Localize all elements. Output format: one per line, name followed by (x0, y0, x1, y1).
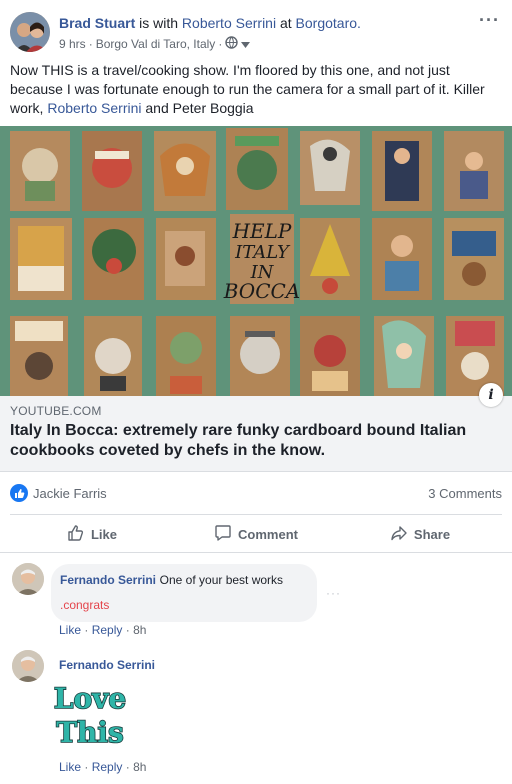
divider (10, 514, 502, 515)
media-text: HELP (232, 219, 292, 243)
share-button[interactable]: Share (338, 518, 502, 550)
link-title[interactable]: Italy In Bocca: extremely rare funky car… (10, 421, 490, 461)
comment-label: Comment (238, 526, 298, 542)
post-meta: 9 hrs · Borgo Val di Taro, Italy · (59, 36, 251, 52)
comment-time[interactable]: 8h (133, 623, 146, 637)
media-text: BOCCA (223, 279, 301, 303)
post-text: Now THIS is a travel/cooking show. I'm f… (10, 61, 504, 118)
post-header: Brad Stuart is with Roberto Serrini at B… (10, 10, 502, 54)
commenter-avatar[interactable] (12, 563, 44, 595)
post-text-link[interactable]: Roberto Serrini (47, 100, 141, 116)
link-preview[interactable]: YOUTUBE.COM Italy In Bocca: extremely ra… (0, 396, 512, 472)
comment-meta: Like · Reply · 8h (59, 760, 146, 774)
share-icon (390, 524, 408, 545)
post-text-part2: and Peter Boggia (141, 100, 254, 116)
cookbook-cover-image (10, 316, 504, 396)
cookbook-cover-image (10, 128, 504, 211)
comment-text-2: .congrats (60, 598, 110, 612)
like-button[interactable]: Like (10, 518, 174, 550)
header-title: Brad Stuart is with Roberto Serrini at B… (59, 15, 361, 31)
link-domain: YOUTUBE.COM (10, 404, 102, 418)
at-text: at (276, 15, 296, 31)
author-name[interactable]: Brad Stuart (59, 15, 135, 31)
comment-bubble: Fernando Serrini One of your best works … (51, 564, 317, 622)
comment-reply-link[interactable]: Reply (92, 623, 123, 637)
reactions-bar: Jackie Farris 3 Comments (10, 484, 502, 504)
post-time[interactable]: 9 hrs (59, 37, 86, 51)
comment-options-icon[interactable]: ··· (326, 586, 341, 600)
meta-separator: · (125, 760, 130, 774)
comment-reply-link[interactable]: Reply (92, 760, 123, 774)
link-preview-image[interactable]: HELP ITALY IN BOCCA (0, 126, 512, 396)
comment-text: One of your best works (159, 573, 284, 587)
chevron-down-icon[interactable] (241, 37, 251, 51)
sticker-text: Love (54, 682, 126, 715)
comments-count[interactable]: 3 Comments (428, 486, 502, 501)
comment-meta: Like · Reply · 8h (59, 623, 146, 637)
post-location[interactable]: Borgo Val di Taro, Italy (96, 37, 216, 51)
comment-time[interactable]: 8h (133, 760, 146, 774)
comment-author[interactable]: Fernando Serrini (59, 658, 155, 672)
share-label: Share (413, 526, 451, 542)
tagged-user[interactable]: Roberto Serrini (182, 15, 276, 31)
comment-like-link[interactable]: Like (59, 760, 81, 774)
like-label: Like (90, 526, 117, 542)
comment-button[interactable]: Comment (174, 518, 338, 550)
comment-icon (214, 524, 232, 545)
media-text: ITALY (234, 242, 291, 263)
more-options-icon[interactable]: ··· (479, 10, 500, 31)
commenter-avatar[interactable] (12, 650, 44, 682)
sticker-text: This (56, 716, 124, 749)
place-link[interactable]: Borgotaro. (296, 15, 361, 31)
meta-separator: · (84, 623, 89, 637)
meta-separator: · (84, 760, 89, 774)
with-text: is with (135, 15, 182, 31)
like-reaction-icon[interactable] (10, 484, 28, 502)
reaction-names[interactable]: Jackie Farris (33, 486, 107, 501)
globe-icon[interactable] (225, 36, 239, 52)
meta-separator: · (125, 623, 130, 637)
comment-like-link[interactable]: Like (59, 623, 81, 637)
info-icon[interactable]: i (479, 383, 503, 407)
love-this-sticker: Love This (52, 680, 128, 750)
comment-author[interactable]: Fernando Serrini (60, 573, 156, 587)
divider (0, 552, 512, 553)
meta-separator: · (88, 37, 93, 51)
author-avatar[interactable] (10, 12, 50, 52)
meta-separator: · (218, 37, 223, 51)
thumbs-up-icon (67, 524, 85, 545)
action-bar: Like Comment Share (10, 518, 502, 550)
comment-line: Fernando Serrini One of your best works (60, 572, 283, 587)
